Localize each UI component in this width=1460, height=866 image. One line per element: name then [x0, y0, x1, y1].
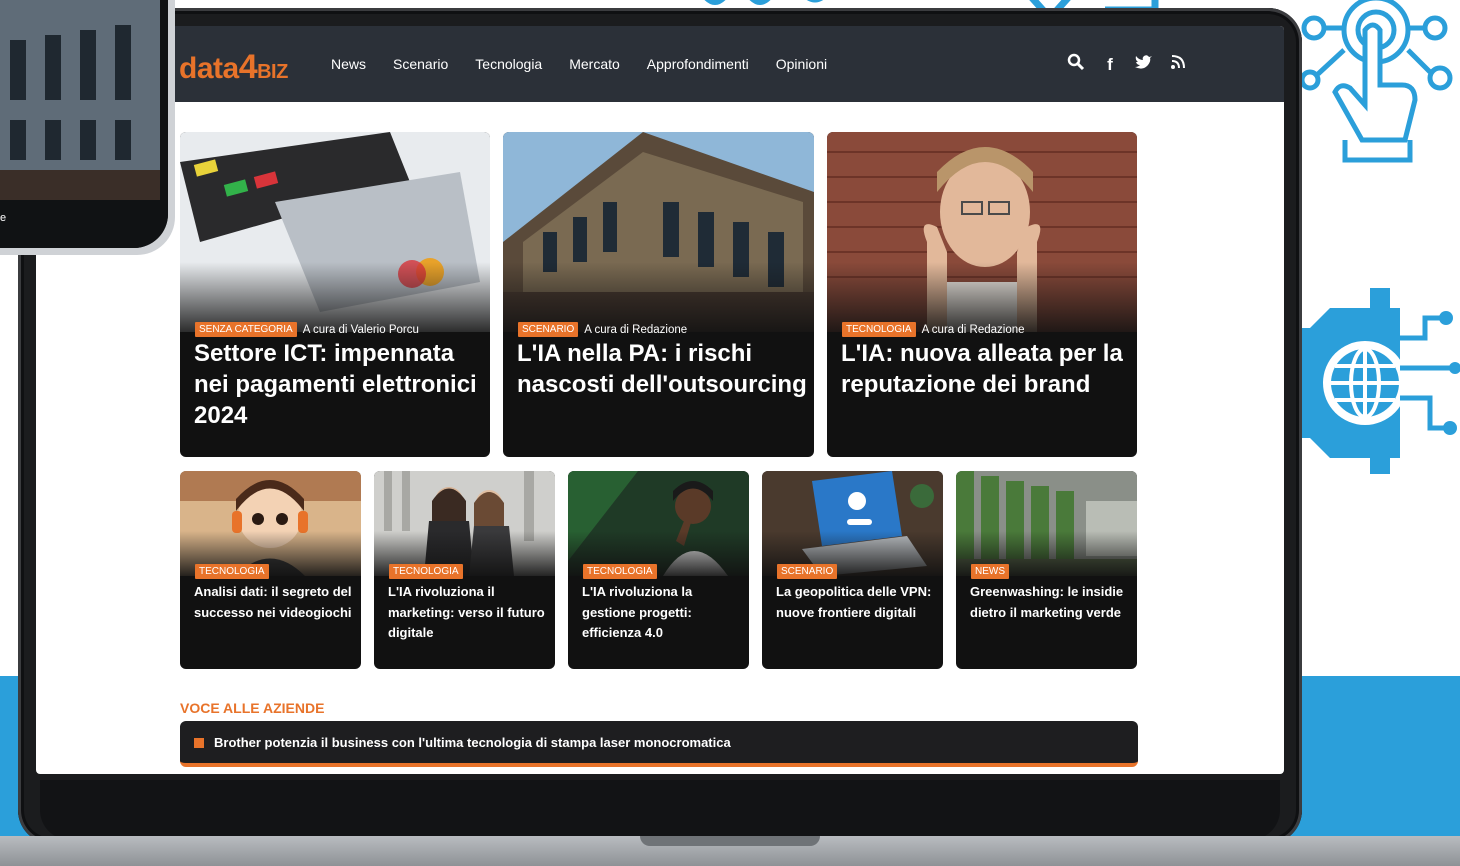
article-meta: NEWS	[971, 564, 1009, 579]
category-badge[interactable]: SCENARIO	[518, 322, 579, 337]
laptop-notch	[640, 836, 820, 846]
article-card[interactable]: TECNOLOGIA L'IA rivoluziona il marketing…	[374, 471, 555, 669]
smartphone-screen: e	[0, 0, 168, 248]
category-badge[interactable]: NEWS	[971, 564, 1009, 579]
nav-item-news[interactable]: News	[331, 56, 366, 72]
article-title[interactable]: L'IA rivoluziona il marketing: verso il …	[388, 582, 548, 644]
facebook-icon[interactable]: f	[1100, 55, 1120, 75]
logo-part-biz: BIZ	[257, 61, 288, 83]
article-title[interactable]: L'IA nella PA: i rischi nascosti dell'ou…	[517, 338, 807, 400]
site-logo[interactable]: data4BIZ	[179, 48, 288, 87]
article-title[interactable]: L'IA: nuova alleata per la reputazione d…	[841, 338, 1131, 400]
logo-part-4: 4	[238, 48, 258, 86]
article-author: A cura di Valerio Porcu	[302, 323, 419, 336]
category-badge[interactable]: TECNOLOGIA	[583, 564, 657, 579]
article-meta: SENZA CATEGORIA A cura di Valerio Porcu	[195, 322, 419, 337]
article-card[interactable]: TECNOLOGIA L'IA rivoluziona la gestione …	[568, 471, 749, 669]
article-title[interactable]: L'IA rivoluziona la gestione progetti: e…	[582, 582, 742, 644]
article-meta: TECNOLOGIA	[195, 564, 269, 579]
featured-article-card[interactable]: SCENARIO A cura di Redazione L'IA nella …	[503, 132, 814, 457]
featured-article-card[interactable]: SENZA CATEGORIA A cura di Valerio Porcu …	[180, 132, 490, 457]
article-author: A cura di Redazione	[921, 323, 1025, 336]
search-icon[interactable]	[1066, 53, 1086, 76]
laptop-screen: data4BIZ News Scenario Tecnologia Mercat…	[36, 26, 1284, 774]
voce-item-title[interactable]: Brother potenzia il business con l'ultim…	[214, 735, 731, 750]
twitter-icon[interactable]	[1134, 54, 1154, 75]
featured-article-card[interactable]: TECNOLOGIA A cura di Redazione L'IA: nuo…	[827, 132, 1137, 457]
site-navbar: data4BIZ News Scenario Tecnologia Mercat…	[36, 26, 1284, 102]
main-nav: News Scenario Tecnologia Mercato Approfo…	[331, 56, 827, 72]
nav-icons: f	[1066, 53, 1188, 76]
article-card[interactable]: SCENARIO La geopolitica delle VPN: nuove…	[762, 471, 943, 669]
logo-part-data: data	[179, 52, 239, 85]
bullet-icon	[194, 738, 204, 748]
nav-item-opinioni[interactable]: Opinioni	[776, 56, 827, 72]
article-title[interactable]: La geopolitica delle VPN: nuove frontier…	[776, 582, 936, 623]
article-title[interactable]: Analisi dati: il segreto del successo ne…	[194, 582, 354, 623]
article-title[interactable]: Settore ICT: impennata nei pagamenti ele…	[194, 338, 484, 431]
section-title-voce-alle-aziende: VOCE ALLE AZIENDE	[180, 700, 325, 716]
article-meta: TECNOLOGIA	[389, 564, 463, 579]
nav-item-scenario[interactable]: Scenario	[393, 56, 448, 72]
nav-item-mercato[interactable]: Mercato	[569, 56, 620, 72]
smartphone-frame: e	[0, 0, 175, 255]
touch-network-icon	[1290, 0, 1460, 165]
laptop-bezel	[40, 780, 1280, 840]
rss-icon[interactable]	[1168, 54, 1188, 75]
nav-item-tecnologia[interactable]: Tecnologia	[475, 56, 542, 72]
category-badge[interactable]: TECNOLOGIA	[195, 564, 269, 579]
phone-caption: e	[0, 212, 7, 224]
article-title[interactable]: Greenwashing: le insidie dietro il marke…	[970, 582, 1130, 623]
article-card[interactable]: NEWS Greenwashing: le insidie dietro il …	[956, 471, 1137, 669]
article-meta: SCENARIO A cura di Redazione	[518, 322, 687, 337]
category-badge[interactable]: SCENARIO	[777, 564, 838, 579]
article-meta: TECNOLOGIA	[583, 564, 657, 579]
article-meta: TECNOLOGIA A cura di Redazione	[842, 322, 1025, 337]
article-meta: SCENARIO	[777, 564, 838, 579]
category-badge[interactable]: TECNOLOGIA	[389, 564, 463, 579]
article-author: A cura di Redazione	[584, 323, 688, 336]
nav-item-approfondimenti[interactable]: Approfondimenti	[647, 56, 749, 72]
library-building-phone-image	[0, 0, 168, 248]
globe-gear-icon	[1300, 288, 1460, 478]
article-card[interactable]: TECNOLOGIA Analisi dati: il segreto del …	[180, 471, 361, 669]
category-badge[interactable]: SENZA CATEGORIA	[195, 322, 297, 337]
voce-alle-aziende-item[interactable]: Brother potenzia il business con l'ultim…	[180, 721, 1138, 767]
category-badge[interactable]: TECNOLOGIA	[842, 322, 916, 337]
